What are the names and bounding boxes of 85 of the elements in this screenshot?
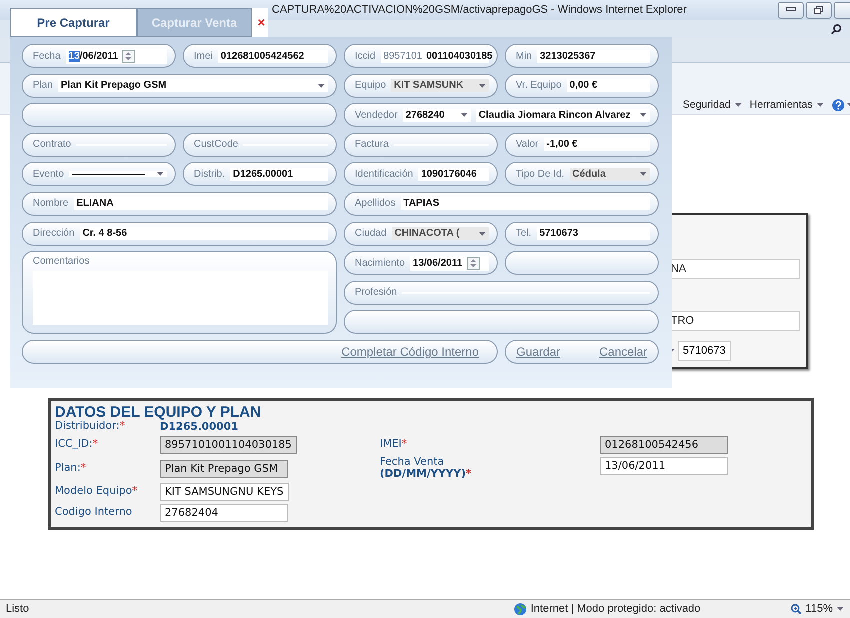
field-label: Contrato [33, 139, 72, 150]
field-label: Min [516, 50, 532, 62]
field-label: Comentarios [33, 256, 91, 268]
field-label: Valor [516, 139, 539, 150]
text-field[interactable]: 1090176046 [418, 168, 489, 181]
menu-button[interactable]: Seguridad [683, 99, 742, 111]
text-field[interactable]: Cr. 4 8-56 [80, 227, 328, 240]
action-link[interactable]: Cancelar [599, 344, 648, 359]
text-field[interactable]: 012681005424562 [218, 50, 328, 62]
text-field[interactable]: TAPIAS [400, 197, 650, 210]
action-link[interactable]: Completar Código Interno [342, 344, 479, 359]
close-button[interactable]: × [252, 8, 268, 37]
text-field[interactable]: 27682404 [160, 504, 288, 522]
help-icon[interactable] [832, 98, 845, 112]
caret-icon [157, 172, 164, 176]
field-label: Vendedor [355, 110, 398, 121]
field-label: Plan [33, 80, 54, 92]
field-label: ICC_ID:* [55, 439, 98, 451]
restore-icon [814, 6, 824, 14]
text-field[interactable]: 3213025367 [537, 50, 650, 62]
text-field[interactable]: KIT SAMSUNGNU KEYS [160, 483, 289, 502]
field-value: D1265.00001 [160, 421, 240, 433]
caret-icon [837, 607, 844, 611]
field-label: Ciudad [355, 228, 387, 240]
spinner-icon[interactable] [466, 256, 480, 270]
field-label: Vr. Equipo [516, 80, 562, 92]
text-field[interactable]: 0,00 € [566, 79, 650, 92]
caret-icon [318, 84, 325, 88]
field-label: Plan:* [55, 462, 86, 474]
menu-button[interactable]: Herramientas [750, 99, 824, 111]
panel-title: DATOS DEL EQUIPO Y PLAN [55, 404, 262, 421]
minimize-button[interactable] [778, 2, 804, 18]
field-label: Fecha Venta (DD/MM/YYYY)* [380, 457, 472, 480]
zoom-icon[interactable] [790, 604, 802, 614]
caret-icon [734, 103, 742, 107]
text-field[interactable]: ELIANA [74, 197, 328, 210]
action-link[interactable]: Guardar [516, 344, 561, 359]
caret-icon [479, 232, 486, 236]
window-title: CAPTURA%20ACTIVACION%20GSM/activaprepagoGS - Windows Internet Explorer [272, 4, 688, 16]
search-icon[interactable] [831, 24, 842, 34]
field-label: Dirección [33, 228, 75, 240]
tab[interactable]: Pre Capturar [10, 8, 137, 37]
field-label: Distrib. [194, 168, 226, 180]
date-field[interactable]: 13/06/2011 [410, 256, 489, 271]
text-field[interactable]: 5710673 [678, 341, 731, 361]
field-label: CustCode [194, 139, 238, 150]
field-label: Distribuidor:* [55, 421, 126, 433]
field-label: Modelo Equipo* [55, 486, 138, 498]
field-label: Evento [33, 168, 64, 180]
field-label: Equipo [355, 80, 386, 92]
field-label: Tipo De Id. [516, 168, 565, 180]
dropdown[interactable]: 2768240 [402, 108, 471, 122]
status-text: Listo [6, 603, 30, 615]
field-label: IMEI* [380, 439, 408, 451]
caret-icon [640, 113, 647, 118]
caret-icon [479, 84, 486, 88]
field-label: Profesión [355, 287, 398, 298]
caret-icon [460, 113, 468, 118]
comments-field[interactable] [33, 271, 328, 326]
dropdown[interactable]: Plan Kit Prepago GSM [58, 79, 328, 92]
field-label: Apellidos [355, 198, 396, 210]
globe-icon [514, 602, 527, 616]
dropdown[interactable] [69, 171, 167, 178]
text-field[interactable]: D1265.00001 [230, 168, 328, 181]
caret-icon [816, 103, 824, 107]
text-field[interactable]: -1,00 € [544, 138, 650, 152]
caret-icon [640, 172, 647, 176]
field-label: Nacimiento [355, 258, 406, 269]
field-label: Factura [355, 139, 389, 150]
minimize-icon [786, 7, 796, 13]
field-label: Identificación [355, 168, 414, 180]
zone-text: Internet | Modo protegido: activado [530, 603, 701, 615]
field-label: Imei [194, 50, 213, 62]
field-label: Codigo Interno [55, 507, 132, 519]
field-label: Fecha [33, 50, 61, 62]
field-label: Iccid [355, 50, 376, 62]
text-field[interactable]: 13/06/2011 [600, 457, 728, 475]
text-field[interactable]: 5710673 [536, 227, 650, 240]
date-field[interactable]: 13/06/2011 [66, 48, 167, 64]
field-label: Tel. [516, 228, 532, 240]
dropdown[interactable]: Claudia Jiomara Rincon Alvarez [476, 108, 650, 122]
spinner-icon[interactable] [122, 50, 136, 62]
maximize-button[interactable] [806, 2, 832, 18]
zoom-level[interactable]: 115% [806, 603, 833, 615]
field-label: Nombre [33, 198, 69, 210]
